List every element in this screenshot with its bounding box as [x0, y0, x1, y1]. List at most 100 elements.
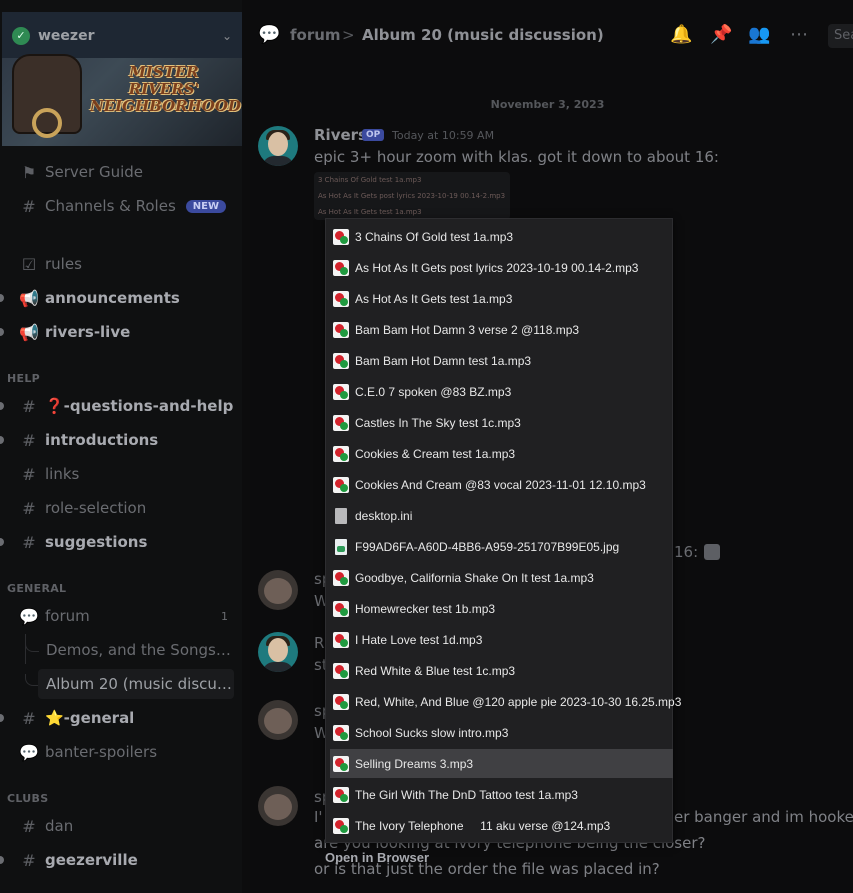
- forum-icon: 💬: [258, 24, 281, 45]
- banner-wheel-art: [32, 108, 62, 138]
- menu-item-file[interactable]: desktop.ini: [330, 501, 673, 530]
- menu-item-file[interactable]: Selling Dreams 3.mp3: [330, 749, 673, 778]
- audio-file-icon: [333, 786, 349, 803]
- menu-item-file[interactable]: Castles In The Sky test 1c.mp3: [330, 408, 673, 437]
- sidebar-item-geezerville[interactable]: # geezerville: [0, 845, 242, 875]
- hash-icon: #: [22, 396, 36, 416]
- unread-pip: [0, 856, 4, 864]
- menu-item-file[interactable]: C.E.0 7 spoken @83 BZ.mp3: [330, 377, 673, 406]
- message-author[interactable]: Rivers: [314, 126, 367, 144]
- menu-item-file[interactable]: Red White & Blue test 1c.mp3: [330, 656, 673, 685]
- forum-icon: 💬: [19, 742, 39, 762]
- menu-item-file[interactable]: Cookies And Cream @83 vocal 2023-11-01 1…: [330, 470, 673, 499]
- menu-item-file[interactable]: Bam Bam Hot Damn 3 verse 2 @118.mp3: [330, 315, 673, 344]
- avatar-face: [268, 638, 288, 662]
- search-input[interactable]: Sea: [828, 24, 853, 48]
- sidebar-item-suggestions[interactable]: # suggestions: [0, 527, 242, 557]
- audio-file-icon: [333, 228, 349, 245]
- banner-logo-line: RIVERS': [128, 80, 200, 98]
- sidebar-item-label: geezerville: [45, 851, 138, 869]
- menu-item-file[interactable]: F99AD6FA-A60D-4BB6-A959-251707B99E05.jpg: [330, 532, 673, 561]
- unread-pip: [0, 328, 4, 336]
- message-timestamp: Today at 10:59 AM: [392, 129, 495, 142]
- banner-logo-line: MISTER: [129, 63, 199, 81]
- file-list-menu: 3 Chains Of Gold test 1a.mp3 As Hot As It…: [325, 218, 681, 843]
- menu-item-file[interactable]: As Hot As It Gets post lyrics 2023-10-19…: [330, 253, 673, 282]
- avatar[interactable]: [258, 632, 298, 672]
- menu-item-file[interactable]: Goodbye, California Shake On It test 1a.…: [330, 563, 673, 592]
- sidebar-item-role-selection[interactable]: # role-selection: [0, 493, 242, 523]
- sidebar-item-rivers-live[interactable]: 📢 rivers-live: [0, 317, 242, 347]
- image-icon[interactable]: [704, 544, 720, 560]
- menu-item-file[interactable]: Cookies & Cream test 1a.mp3: [330, 439, 673, 468]
- sidebar-item-label: ❓-questions-and-help: [45, 397, 234, 415]
- avatar[interactable]: [258, 126, 298, 166]
- hash-icon: #: [22, 498, 36, 518]
- menu-item-file[interactable]: School Sucks slow intro.mp3: [330, 718, 673, 747]
- avatar[interactable]: [258, 570, 298, 610]
- message-text: epic 3+ hour zoom with klas. got it down…: [314, 148, 719, 166]
- menu-item-file[interactable]: Red, White, And Blue @120 apple pie 2023…: [330, 687, 681, 716]
- sidebar-item-introductions[interactable]: # introductions: [0, 425, 242, 455]
- menu-item-label: C.E.0 7 spoken @83 BZ.mp3: [355, 384, 512, 399]
- sidebar-item-questions-and-help[interactable]: # ❓-questions-and-help: [0, 391, 242, 421]
- menu-item-file[interactable]: Bam Bam Hot Damn test 1a.mp3: [330, 346, 673, 375]
- avatar[interactable]: [258, 786, 298, 826]
- sidebar-item-general[interactable]: # ⭐-general: [0, 703, 242, 733]
- sidebar-item-label: banter-spoilers: [45, 743, 158, 761]
- sidebar-item-announcements[interactable]: 📢 announcements: [0, 283, 242, 313]
- menu-item-file[interactable]: The Girl With The DnD Tattoo test 1a.mp3: [330, 780, 673, 809]
- sidebar-item-forum[interactable]: 💬 forum 1: [0, 601, 242, 631]
- menu-item-label: As Hot As It Gets post lyrics 2023-10-19…: [355, 260, 639, 275]
- megaphone-icon: 📢: [19, 288, 39, 308]
- audio-file-icon: [333, 693, 349, 710]
- avatar-art: [264, 794, 292, 820]
- members-icon[interactable]: 👥: [748, 24, 770, 45]
- menu-item-file[interactable]: As Hot As It Gets test 1a.mp3: [330, 284, 673, 313]
- megaphone-icon: 📢: [19, 322, 39, 342]
- menu-item-label: Goodbye, California Shake On It test 1a.…: [355, 570, 594, 585]
- hash-icon: #: [22, 196, 36, 216]
- sidebar-item-label: Server Guide: [45, 163, 144, 181]
- date-divider: November 3, 2023: [490, 98, 605, 111]
- audio-file-icon: [333, 352, 349, 369]
- attached-screenshot[interactable]: 3 Chains Of Gold test 1a.mp3 As Hot As I…: [314, 172, 510, 220]
- server-name-header[interactable]: ✓ weezer ⌄: [12, 24, 232, 48]
- sidebar-item-rules[interactable]: ☑ rules: [0, 249, 242, 279]
- avatar-face: [268, 132, 288, 156]
- sidebar-thread-album-20[interactable]: Album 20 (music discus...: [38, 669, 234, 699]
- menu-item-label: 3 Chains Of Gold test 1a.mp3: [355, 229, 514, 244]
- more-icon[interactable]: ⋯: [790, 24, 808, 45]
- sidebar-item-links[interactable]: # links: [0, 459, 242, 489]
- menu-item-file[interactable]: 3 Chains Of Gold test 1a.mp3: [330, 222, 673, 251]
- sidebar-item-label: introductions: [45, 431, 159, 449]
- message-text: er banger and im hooked.: [674, 808, 853, 826]
- menu-item-file[interactable]: The Ivory Telephone 11 aku verse @124.mp…: [330, 811, 673, 840]
- category-help[interactable]: HELP: [7, 372, 40, 385]
- menu-item-label: As Hot As It Gets test 1a.mp3: [355, 291, 513, 306]
- breadcrumb-forum[interactable]: forum: [290, 26, 341, 44]
- category-general[interactable]: GENERAL: [7, 582, 66, 595]
- discord-window: MISTER RIVERS' NEIGHBORHOOD ✓ weezer ⌄ ⚑…: [0, 0, 853, 893]
- sidebar-item-server-guide[interactable]: ⚑ Server Guide: [0, 157, 242, 187]
- menu-item-label: I Hate Love test 1d.mp3: [355, 632, 483, 647]
- sidebar-item-dan[interactable]: # dan: [0, 811, 242, 841]
- sidebar-thread-demos[interactable]: Demos, and the Songs t...: [46, 635, 232, 665]
- avatar[interactable]: [258, 700, 298, 740]
- category-clubs[interactable]: CLUBS: [7, 792, 48, 805]
- chevron-down-icon[interactable]: ⌄: [222, 29, 232, 43]
- audio-file-icon: [333, 414, 349, 431]
- menu-item-label: Bam Bam Hot Damn test 1a.mp3: [355, 353, 532, 368]
- sidebar-item-label: forum: [45, 607, 90, 625]
- screenshot-line: As Hot As It Gets post lyrics 2023-10-19…: [318, 192, 506, 200]
- sidebar-item-channels-roles[interactable]: # Channels & Roles NEW: [0, 191, 242, 221]
- menu-item-label: School Sucks slow intro.mp3: [355, 725, 509, 740]
- sidebar-item-banter-spoilers[interactable]: 💬 banter-spoilers: [0, 737, 242, 767]
- open-in-browser-link[interactable]: Open in Browser: [325, 850, 429, 865]
- menu-item-file[interactable]: I Hate Love test 1d.mp3: [330, 625, 673, 654]
- pin-icon[interactable]: 📌: [710, 24, 732, 45]
- bell-icon[interactable]: 🔔: [670, 24, 692, 45]
- menu-item-file[interactable]: Homewrecker test 1b.mp3: [330, 594, 673, 623]
- avatar-shirt: [262, 662, 294, 672]
- banner-logo-text: MISTER RIVERS' NEIGHBORHOOD: [90, 63, 241, 115]
